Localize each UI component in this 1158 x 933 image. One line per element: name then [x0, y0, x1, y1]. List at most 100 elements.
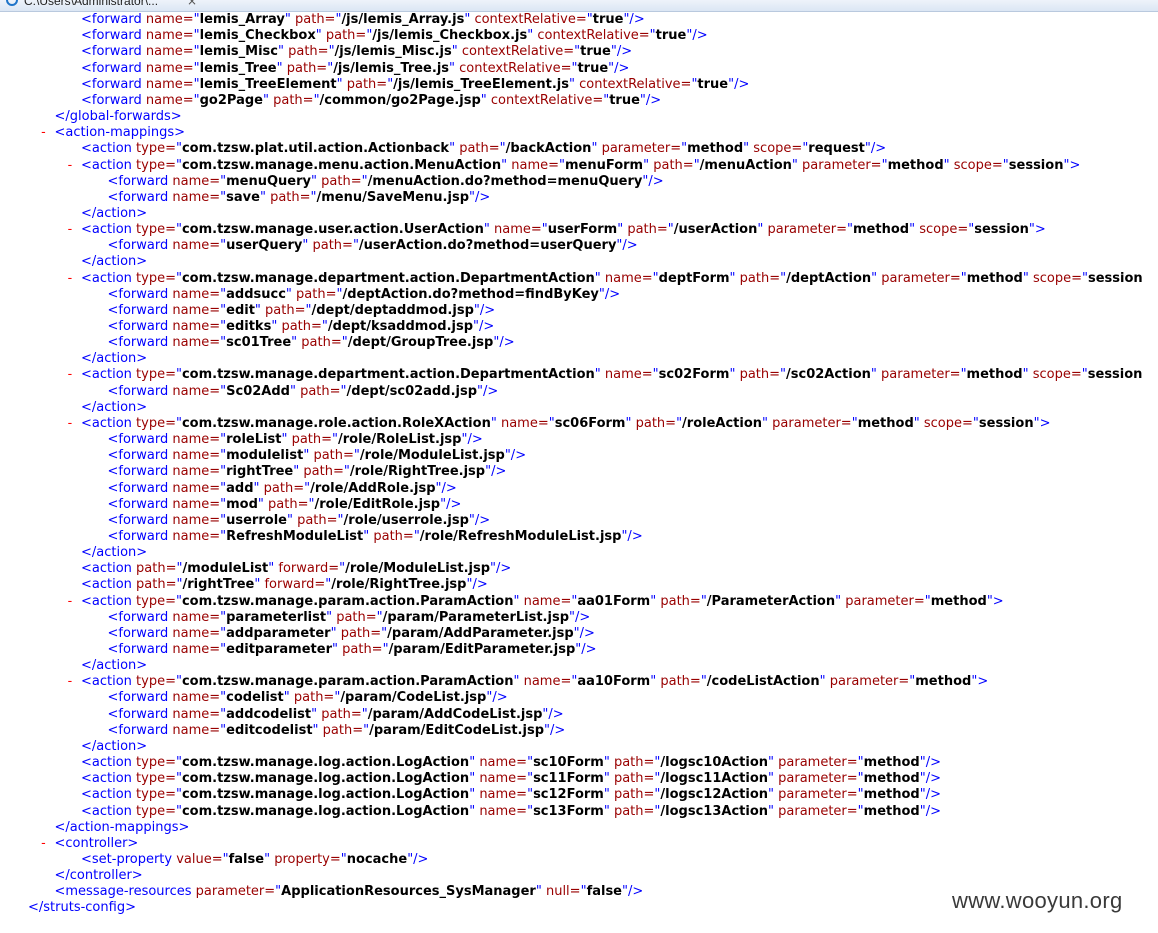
xml-attribute-value: method: [915, 674, 972, 690]
xml-markup: ": [603, 755, 614, 771]
xml-attribute-value: /js/lemis_Tree.js: [333, 60, 450, 76]
xml-line: <action-mappings>: [55, 125, 186, 141]
xml-line: <controller>: [55, 836, 139, 852]
xml-markup: "/>: [919, 787, 941, 803]
xml-attribute-name: scope=: [753, 141, 803, 157]
xml-markup: ": [451, 44, 462, 60]
xml-document-view: <forward name="groupTree" path="/js/Grou…: [0, 0, 1158, 933]
xml-attribute-name: name=: [172, 189, 221, 205]
xml-markup: <forward: [107, 189, 173, 205]
xml-markup: "/>: [642, 173, 664, 189]
xml-attribute-name: name=: [172, 690, 221, 706]
xml-attribute-value: /sc02Action: [786, 367, 871, 383]
xml-attribute-value: sc11Form: [533, 771, 604, 787]
xml-markup: <forward: [81, 44, 146, 60]
xml-markup: ": [480, 92, 491, 108]
xml-markup: ": [819, 674, 830, 690]
xml-attribute-name: path=: [739, 367, 781, 383]
xml-attribute-name: forward=: [278, 561, 340, 577]
xml-markup: <action: [81, 755, 137, 771]
xml-markup: "/>: [469, 189, 491, 205]
xml-markup: ": [729, 270, 740, 286]
xml-line: </global-forwards>: [55, 109, 182, 125]
xml-attribute-value: /dept/ksaddmod.jsp: [327, 319, 474, 334]
xml-attribute-value: editcodelist: [226, 722, 313, 738]
xml-markup: ": [594, 367, 605, 383]
collapse-toggle[interactable]: -: [66, 158, 74, 174]
xml-attribute-value: /dept/deptaddmod.jsp: [311, 302, 474, 318]
xml-markup: <action: [81, 803, 137, 819]
xml-attribute-name: path=: [342, 642, 383, 657]
xml-markup: "/>: [575, 642, 597, 657]
xml-attribute-value: method: [863, 771, 920, 787]
xml-attribute-name: path=: [336, 609, 377, 625]
xml-markup: </action>: [81, 205, 148, 221]
xml-line: <action type="com.tzsw.manage.role.actio…: [81, 416, 1050, 432]
xml-markup: ": [286, 512, 298, 528]
xml-markup: ": [617, 222, 628, 238]
xml-markup: <forward: [107, 480, 173, 496]
collapse-toggle[interactable]: -: [66, 594, 74, 610]
close-tab-icon[interactable]: ×: [187, 0, 197, 8]
xml-attribute-value: /js/lemis_Checkbox.js: [372, 28, 528, 44]
xml-line: <forward name="modulelist" path="/role/M…: [108, 448, 527, 464]
xml-attribute-name: path=: [321, 706, 362, 722]
xml-attribute-value: /role/ModuleList.jsp: [345, 561, 491, 577]
xml-markup: ">: [1028, 222, 1046, 238]
xml-markup: ": [513, 593, 524, 609]
xml-attribute-value: /logsc12Action: [660, 787, 769, 803]
collapse-toggle[interactable]: -: [66, 367, 74, 383]
xml-attribute-value: session: [978, 415, 1034, 431]
xml-attribute-value: RefreshModuleList: [226, 528, 364, 544]
xml-markup: ": [757, 222, 768, 238]
collapse-toggle[interactable]: -: [66, 416, 74, 432]
xml-attribute-value: /deptAction.do?method=findByKey: [342, 286, 599, 302]
xml-attribute-name: contextRelative=: [579, 76, 692, 92]
xml-markup: </action>: [81, 658, 148, 674]
xml-markup: <forward: [107, 722, 173, 738]
xml-line: <forward name="RefreshModuleList" path="…: [108, 529, 643, 545]
xml-markup: ": [729, 367, 740, 383]
xml-attribute-name: parameter=: [772, 415, 852, 431]
xml-markup: ": [603, 787, 614, 803]
xml-line: <forward name="edit" path="/dept/deptadd…: [108, 303, 496, 319]
xml-attribute-value: /moduleList: [182, 561, 269, 577]
collapse-toggle[interactable]: -: [40, 125, 48, 141]
xml-attribute-value: /dept/sc02add.jsp: [346, 383, 478, 399]
xml-markup: <forward: [107, 609, 173, 625]
xml-attribute-value: sc13Form: [533, 803, 604, 819]
xml-markup: "/>: [616, 238, 638, 254]
xml-markup: "/>: [493, 335, 515, 351]
xml-attribute-value: userrole: [226, 512, 287, 528]
xml-attribute-name: name=: [145, 12, 194, 28]
xml-attribute-name: contextRelative=: [461, 44, 575, 60]
xml-attribute-value: /menu/SaveMenu.jsp: [316, 189, 470, 205]
xml-markup: <action: [81, 270, 137, 286]
collapse-toggle[interactable]: -: [66, 674, 74, 690]
xml-attribute-name: path=: [268, 496, 309, 512]
xml-markup: "/>: [504, 448, 527, 464]
xml-attribute-value: /js/lemis_Array.js: [341, 12, 465, 28]
xml-markup: <forward: [107, 383, 173, 399]
xml-attribute-value: /param/AddParameter.jsp: [387, 625, 574, 641]
xml-attribute-value: aa10Form: [577, 674, 651, 690]
xml-attribute-name: path=: [270, 189, 311, 205]
xml-markup: </action-mappings>: [54, 819, 190, 835]
xml-line: <forward name="editcodelist" path="/para…: [108, 723, 566, 739]
collapse-toggle[interactable]: -: [40, 836, 48, 852]
xml-line: <action type="com.tzsw.manage.param.acti…: [81, 674, 988, 690]
xml-markup: "/>: [608, 60, 630, 76]
xml-markup: ": [650, 674, 661, 690]
xml-attribute-name: path=: [627, 222, 668, 238]
collapse-toggle[interactable]: -: [66, 222, 74, 238]
xml-line: <forward name="editks" path="/dept/ksadd…: [108, 319, 495, 335]
xml-attribute-value: com.tzsw.manage.department.action.Depart…: [181, 367, 595, 383]
xml-markup: ": [293, 464, 304, 480]
collapse-toggle[interactable]: -: [66, 271, 74, 287]
xml-markup: ": [650, 593, 661, 609]
xml-markup: ": [768, 755, 779, 771]
xml-attribute-value: method: [966, 367, 1023, 383]
xml-attribute-name: name=: [145, 76, 194, 92]
xml-attribute-name: name=: [172, 464, 221, 480]
xml-line: <action type="com.tzsw.manage.department…: [81, 367, 1142, 383]
